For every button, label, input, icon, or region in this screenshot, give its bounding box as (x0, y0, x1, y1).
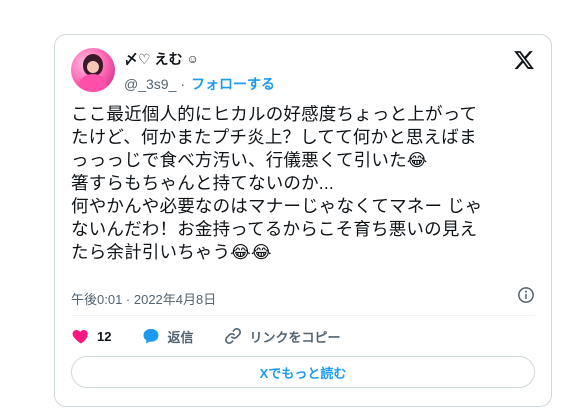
author-handle[interactable]: @_3s9_ (124, 76, 176, 92)
tweet-actions: 12 返信 リンクをコピー (71, 326, 371, 346)
avatar-body (79, 74, 107, 92)
link-icon (225, 328, 242, 344)
info-icon[interactable] (517, 286, 535, 304)
avatar[interactable] (71, 48, 115, 92)
embedded-tweet-card: 〆♡ えむ ☺ @_3s9_ · フォローする ここ最近個人的にヒカルの好感度ち… (54, 34, 552, 407)
reply-label: 返信 (167, 329, 194, 345)
handle-separator: · (180, 76, 186, 92)
tweet-text: ここ最近個人的にヒカルの好感度ちょっと上がって たけど、何かまたプチ炎上？してて… (71, 104, 483, 262)
copy-link-label: リンクをコピー (249, 329, 341, 345)
copy-link-button[interactable]: リンクをコピー (223, 326, 341, 346)
divider (71, 315, 535, 316)
like-count: 12 (97, 328, 112, 344)
heart-icon (72, 330, 88, 344)
tweet-timestamp[interactable]: 午後0:01 · 2022年4月8日 (71, 289, 216, 308)
read-more-label: Xでもっと読む (259, 365, 347, 381)
x-logo-icon[interactable] (513, 49, 535, 71)
author-handle-row: @_3s9_ · フォローする (124, 74, 275, 94)
author-display-name[interactable]: 〆♡ えむ (124, 49, 182, 69)
author-name-emoji: ☺ (186, 52, 199, 66)
author-name-row[interactable]: 〆♡ えむ ☺ (124, 49, 199, 69)
like-button[interactable]: 12 (71, 326, 111, 346)
read-more-on-x-button[interactable]: Xでもっと読む (71, 356, 535, 388)
reply-button[interactable]: 返信 (141, 326, 193, 346)
follow-button[interactable]: フォローする (191, 74, 275, 94)
avatar-face (87, 61, 99, 73)
reply-bubble-icon (143, 328, 159, 344)
